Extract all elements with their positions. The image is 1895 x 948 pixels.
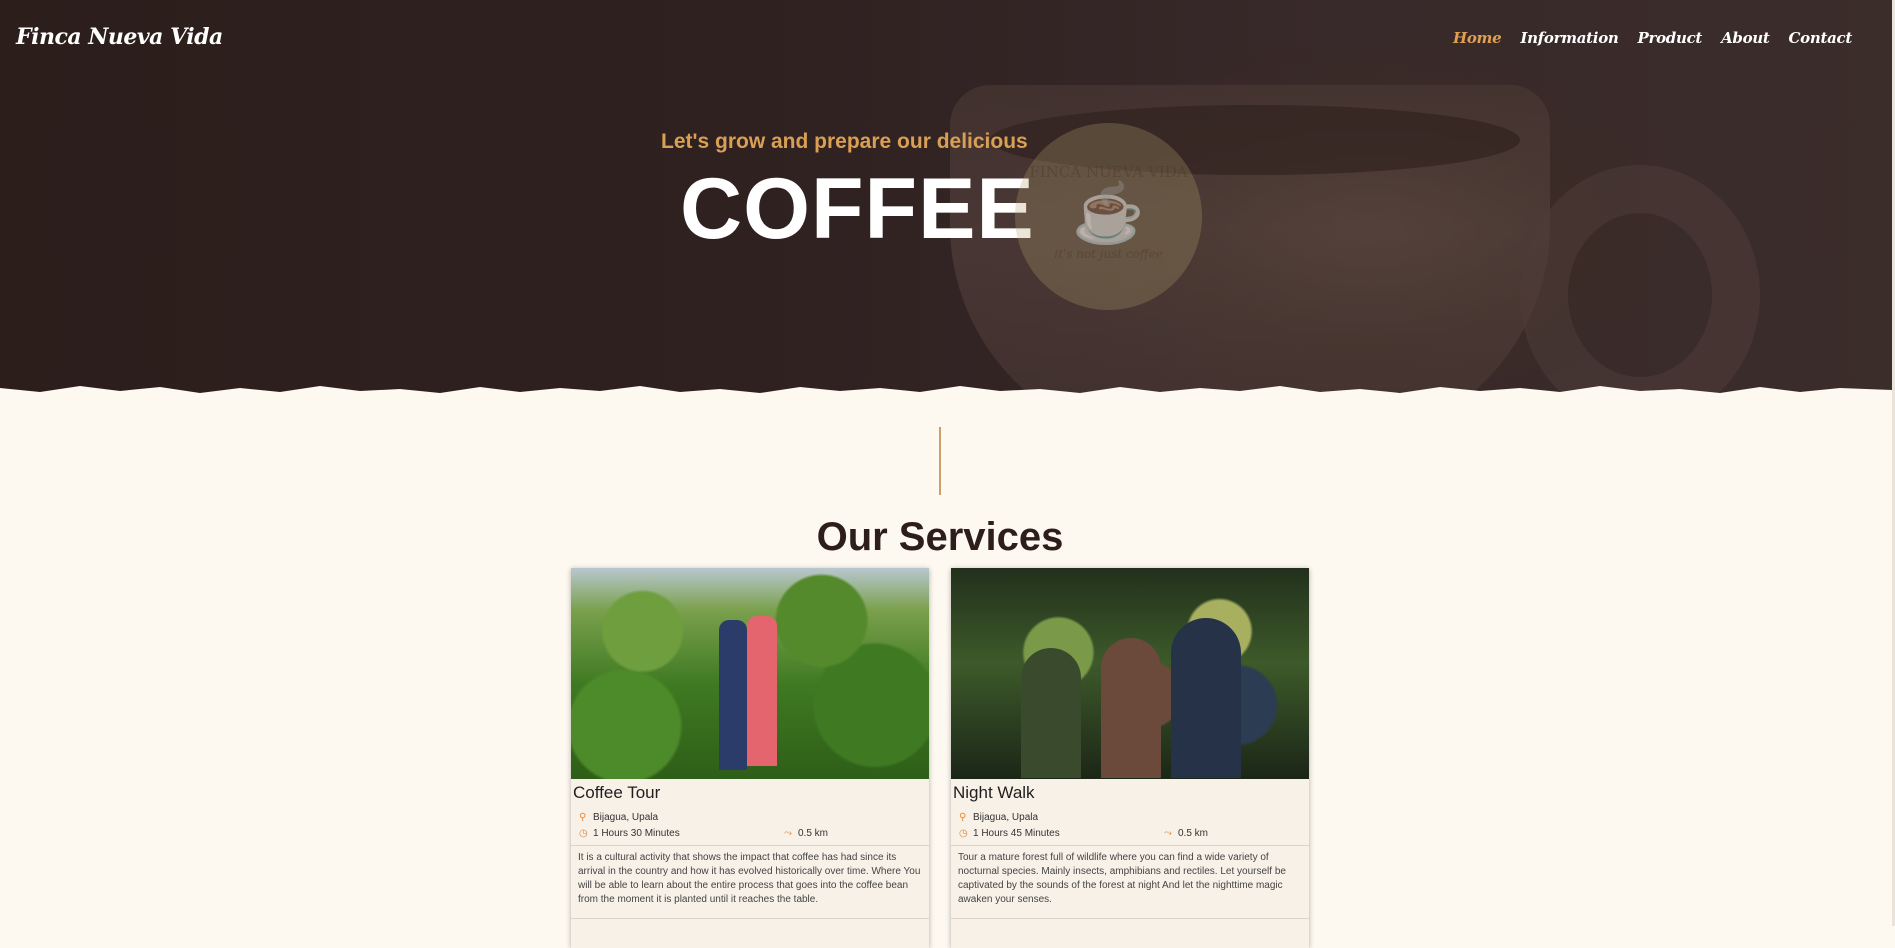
section-divider xyxy=(939,427,941,495)
nav-contact[interactable]: Contact xyxy=(1789,29,1853,47)
card-duration-row: ◷ 1 Hours 45 Minutes ⤳ 0.5 km xyxy=(959,825,1309,841)
card-meta: ⚲ Bijagua, Upala ◷ 1 Hours 30 Minutes ⤳ … xyxy=(571,803,929,841)
route-icon: ⤳ xyxy=(1164,827,1172,839)
card-location-row: ⚲ Bijagua, Upala xyxy=(959,809,1309,825)
card-title: Night Walk xyxy=(953,783,1035,802)
route-icon: ⤳ xyxy=(784,827,792,839)
service-card-night-walk[interactable]: Night Walk ⚲ Bijagua, Upala ◷ 1 Hours 45… xyxy=(951,568,1309,948)
card-distance: 0.5 km xyxy=(1178,827,1209,839)
location-pin-icon: ⚲ xyxy=(579,811,587,823)
card-description: It is a cultural activity that shows the… xyxy=(578,852,921,905)
card-distance-group: ⤳ 0.5 km xyxy=(1164,828,1208,839)
clock-icon: ◷ xyxy=(579,827,588,839)
farm-logo-emblem: FINCA NUEVA VIDA ☕ it's not just coffee xyxy=(1015,123,1202,310)
hero-subtitle: Let's grow and prepare our delicious xyxy=(661,130,1028,153)
hero-banner: Finca Nueva Vida Home Information Produc… xyxy=(0,0,1892,395)
main-nav: Home Information Product About Contact xyxy=(1453,29,1852,47)
coffee-tour-photo xyxy=(571,568,929,779)
card-distance: 0.5 km xyxy=(798,827,829,839)
card-location-row: ⚲ Bijagua, Upala xyxy=(579,809,929,825)
nav-product[interactable]: Product xyxy=(1638,29,1703,47)
services-title: Our Services xyxy=(816,515,1064,559)
card-description: Tour a mature forest full of wildlife wh… xyxy=(958,852,1286,905)
card-footer xyxy=(571,918,929,919)
clock-icon: ◷ xyxy=(959,827,968,839)
night-walk-photo xyxy=(951,568,1309,779)
card-duration-row: ◷ 1 Hours 30 Minutes ⤳ 0.5 km xyxy=(579,825,929,841)
logo-text-bottom: it's not just coffee xyxy=(1054,246,1163,261)
card-duration: 1 Hours 30 Minutes xyxy=(593,827,680,839)
sloth-cup-icon: ☕ xyxy=(1072,180,1145,246)
card-duration: 1 Hours 45 Minutes xyxy=(973,827,1060,839)
coffee-mug-handle xyxy=(1520,165,1760,395)
service-card-coffee-tour[interactable]: Coffee Tour ⚲ Bijagua, Upala ◷ 1 Hours 3… xyxy=(571,568,929,948)
location-pin-icon: ⚲ xyxy=(959,811,967,823)
card-distance-group: ⤳ 0.5 km xyxy=(784,828,828,839)
card-footer xyxy=(951,918,1309,919)
card-meta: ⚲ Bijagua, Upala ◷ 1 Hours 45 Minutes ⤳ … xyxy=(951,803,1309,841)
nav-home[interactable]: Home xyxy=(1453,29,1502,47)
hero-title: COFFEE xyxy=(680,161,1035,257)
brand-logo[interactable]: Finca Nueva Vida xyxy=(16,24,223,50)
nav-about[interactable]: About xyxy=(1721,29,1770,47)
logo-text-top: FINCA NUEVA VIDA xyxy=(1029,162,1188,181)
nav-information[interactable]: Information xyxy=(1520,29,1618,47)
torn-paper-edge xyxy=(0,386,1892,410)
card-location: Bijagua, Upala xyxy=(973,811,1039,823)
card-location: Bijagua, Upala xyxy=(593,811,659,823)
card-title: Coffee Tour xyxy=(573,783,661,802)
